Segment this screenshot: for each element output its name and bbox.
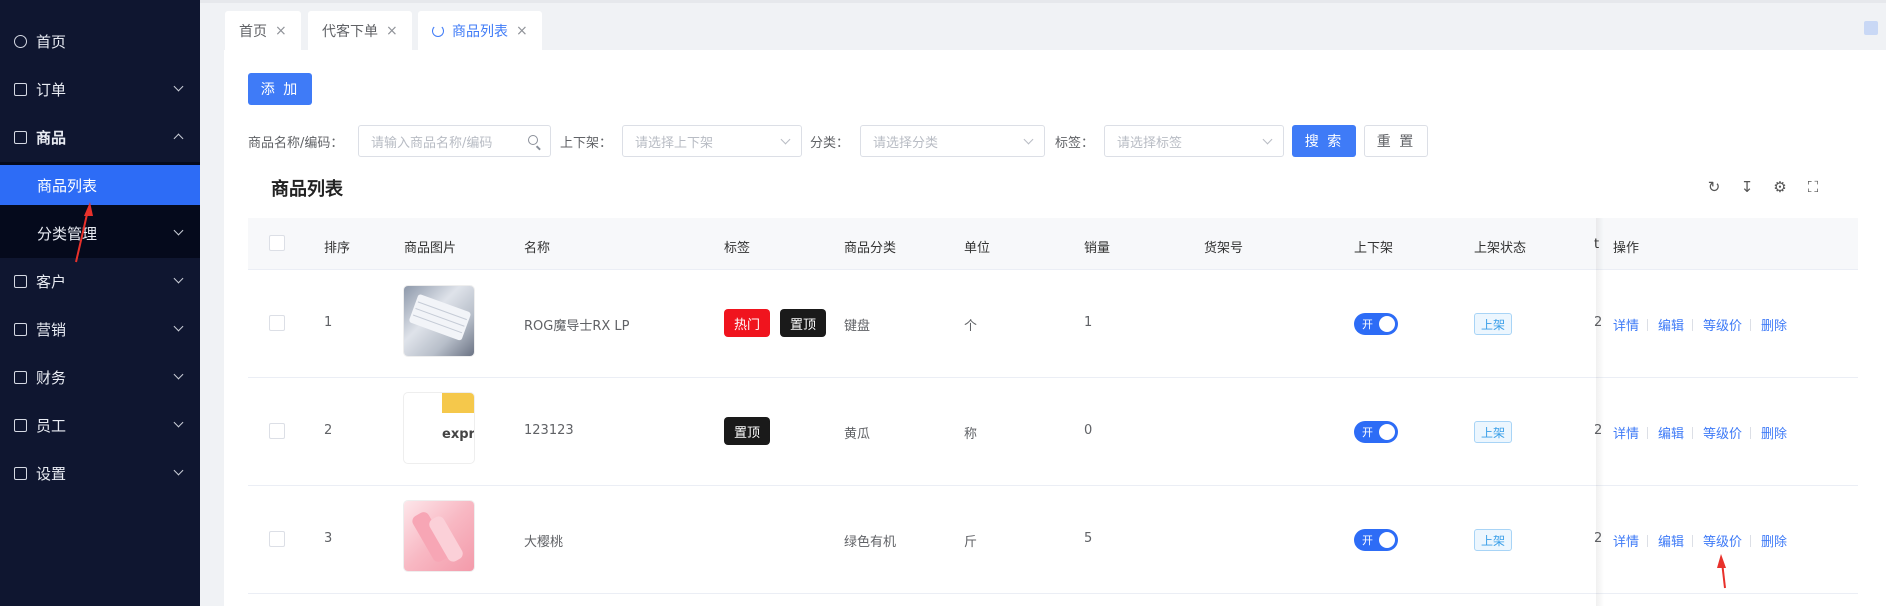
arrow-level-price	[1717, 554, 1726, 589]
arrow-product-list	[75, 202, 93, 263]
annotation-arrows	[75, 202, 1726, 589]
